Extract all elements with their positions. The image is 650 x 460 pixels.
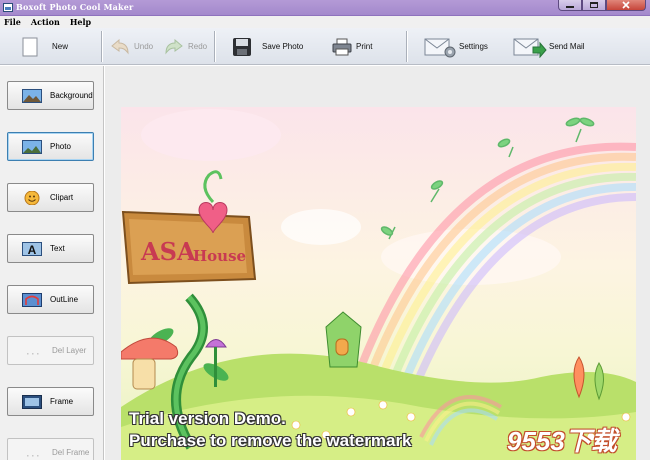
undo-button[interactable]: Undo [110,28,153,65]
svg-text:A: A [28,243,37,256]
toolbar-separator [101,31,102,62]
toolbar-separator [214,31,215,62]
clipart-button[interactable]: Clipart [7,183,94,212]
redo-label: Redo [188,42,208,51]
del-layer-label: Del Layer [52,346,87,355]
watermark-line-2: Purchase to remove the watermark [129,431,412,450]
minimize-icon [566,6,574,8]
menu-file[interactable]: File [0,16,27,28]
sign-text-primary: ASA [141,237,196,266]
photo-canvas[interactable]: ASA House Trial version Demo. Purchase t… [121,107,636,460]
photo-label: Photo [50,142,71,151]
canvas-artwork [121,109,636,460]
settings-button[interactable]: Settings [424,28,488,65]
background-label: Background [50,91,93,100]
send-mail-icon [513,38,547,58]
close-icon [622,1,630,9]
workspace: ASA House Trial version Demo. Purchase t… [105,66,650,460]
save-photo-label: Save Photo [262,42,304,51]
print-button[interactable]: Print [332,28,372,65]
menu-help[interactable]: Help [66,16,97,28]
smiley-icon [24,191,40,205]
maximize-icon [590,2,598,8]
send-mail-label: Send Mail [549,42,585,51]
outline-icon [22,293,42,307]
background-button[interactable]: Background [7,81,94,110]
new-button[interactable]: New [22,28,68,65]
watermark-line-1: Trial version Demo. [129,409,286,428]
floppy-disk-icon [233,37,251,56]
landscape-photo-icon [22,89,42,103]
frame-icon [22,395,42,409]
undo-label: Undo [134,42,154,51]
frame-button[interactable]: Frame [7,387,94,416]
new-label: New [52,42,69,51]
delete-layer-icon [27,353,39,355]
del-layer-button[interactable]: Del Layer [7,336,94,365]
window-title: Boxoft Photo Cool Maker [16,2,134,12]
settings-label: Settings [459,42,488,51]
close-button[interactable] [606,0,646,11]
corner-logo-text: 9553下载 [507,426,617,456]
redo-button[interactable]: Redo [164,28,207,65]
photo-button[interactable]: Photo [7,132,94,161]
del-frame-button[interactable]: Del Frame [7,438,94,460]
save-photo-button[interactable]: Save Photo [232,28,303,65]
maximize-button[interactable] [582,0,606,11]
print-label: Print [356,42,373,51]
frame-label: Frame [50,397,74,406]
tool-sidebar: Background Photo Clipart A Text OutLine [0,66,104,460]
del-frame-label: Del Frame [52,448,90,457]
new-document-icon [22,37,38,56]
photo-icon [22,140,42,154]
undo-arrow-icon [111,38,129,55]
app-icon [3,3,13,12]
window-controls [558,0,646,11]
sign-text-secondary: House [193,247,247,265]
printer-icon [332,38,352,55]
toolbar-separator [406,31,407,62]
send-mail-button[interactable]: Send Mail [513,28,585,65]
toolbar: New Undo Redo Save Photo Print Settings … [0,28,650,65]
text-button[interactable]: A Text [7,234,94,263]
outline-button[interactable]: OutLine [7,285,94,314]
settings-mail-gear-icon [424,38,456,57]
redo-arrow-icon [165,38,183,55]
menu-action[interactable]: Action [27,16,66,28]
outline-label: OutLine [50,295,79,304]
text-letter-icon: A [22,242,42,256]
text-label: Text [50,244,65,253]
minimize-button[interactable] [558,0,582,11]
title-bar: Boxoft Photo Cool Maker [0,0,650,16]
menu-bar: File Action Help [0,16,650,28]
delete-frame-icon [27,455,39,457]
clipart-label: Clipart [50,193,74,202]
